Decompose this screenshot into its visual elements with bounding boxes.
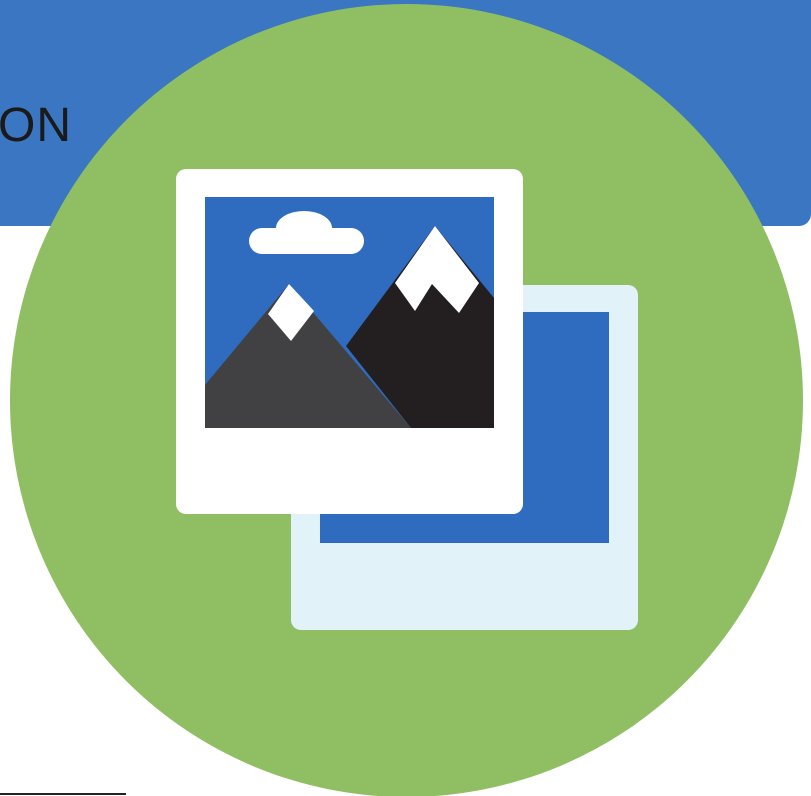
canvas: ON [0, 0, 811, 796]
photo-gallery-icon [176, 169, 638, 630]
divider-line [0, 793, 126, 795]
front-photo [176, 169, 523, 514]
